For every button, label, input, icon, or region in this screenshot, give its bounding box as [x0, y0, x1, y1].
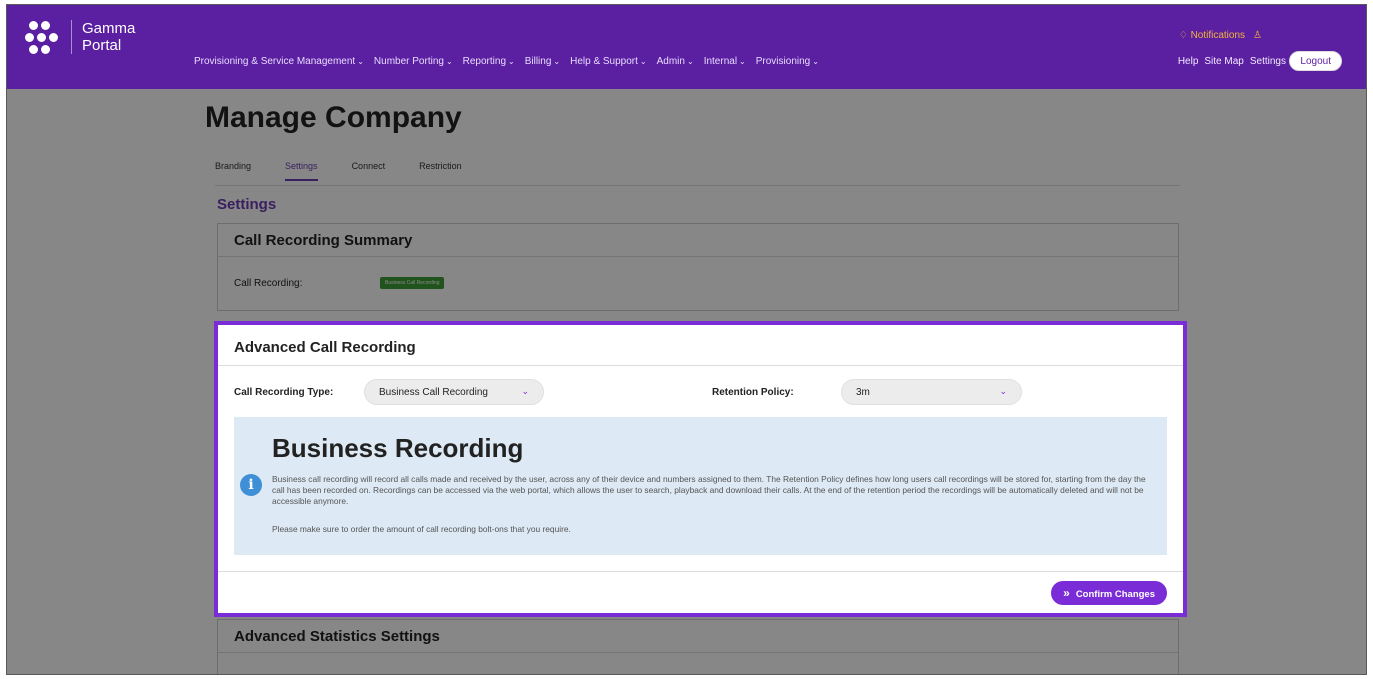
main-menu: Provisioning & Service Management ⌄ Numbe…: [194, 56, 819, 67]
logo-line-2: Portal: [82, 37, 122, 54]
confirm-changes-button[interactable]: » Confirm Changes: [1051, 581, 1167, 605]
menu-provisioning[interactable]: Provisioning ⌄: [756, 56, 819, 67]
menu-label: Reporting: [462, 56, 506, 67]
panel-title: Advanced Call Recording: [218, 325, 1183, 366]
chevron-down-icon: ⌄: [508, 57, 515, 66]
menu-label: Help & Support: [570, 56, 638, 67]
chevron-down-icon: ⌄: [357, 57, 364, 66]
call-recording-type-label: Call Recording Type:: [234, 387, 334, 398]
menu-admin[interactable]: Admin ⌄: [657, 56, 694, 67]
top-navigation-bar: Gamma Portal Provisioning & Service Mana…: [7, 5, 1366, 89]
chevron-down-icon: ⌄: [639, 57, 647, 66]
menu-number-porting[interactable]: Number Porting ⌄: [374, 56, 453, 67]
logo-divider: [71, 20, 72, 54]
notifications-label: Notifications: [1190, 30, 1246, 41]
chevron-down-icon: ⌄: [999, 386, 1007, 396]
button-label: Confirm Changes: [1075, 589, 1155, 600]
info-icon: i: [240, 474, 262, 496]
settings-link[interactable]: Settings: [1250, 56, 1286, 67]
menu-label: Internal: [703, 56, 738, 67]
chevron-down-icon: ⌄: [553, 57, 561, 66]
call-recording-type-select[interactable]: Business Call Recording ⌄: [364, 379, 544, 405]
menu-billing[interactable]: Billing ⌄: [525, 56, 560, 67]
menu-reporting[interactable]: Reporting ⌄: [463, 56, 515, 67]
chevron-down-icon: ⌄: [739, 57, 746, 66]
menu-label: Billing: [524, 56, 552, 67]
info-note: Please make sure to order the amount of …: [272, 524, 571, 534]
logo-wordmark: Gamma Portal: [82, 20, 135, 54]
logo-line-1: Gamma: [82, 20, 136, 37]
notifications-area: ♢ Notifications ♙: [1179, 30, 1262, 41]
select-value: 3m: [856, 387, 870, 398]
info-description: Business call recording will record all …: [272, 474, 1146, 506]
retention-policy-select[interactable]: 3m ⌄: [841, 379, 1022, 405]
menu-internal[interactable]: Internal ⌄: [704, 56, 746, 67]
menu-help-support[interactable]: Help & Support ⌄: [570, 56, 647, 67]
select-value: Business Call Recording: [379, 387, 488, 398]
menu-label: Number Porting: [373, 56, 444, 67]
menu-label: Provisioning & Service Management: [194, 56, 356, 67]
gamma-portal-logo[interactable]: Gamma Portal: [25, 19, 135, 55]
utility-links: Help Site Map Settings: [1178, 56, 1286, 67]
menu-label: Admin: [656, 56, 685, 67]
menu-provisioning-service-management[interactable]: Provisioning & Service Management ⌄: [194, 56, 364, 67]
panel-footer: » Confirm Changes: [218, 571, 1183, 613]
info-title: Business Recording: [272, 433, 524, 463]
help-link[interactable]: Help: [1178, 56, 1199, 67]
chevron-down-icon: ⌄: [812, 57, 819, 66]
menu-label: Provisioning: [755, 56, 811, 67]
settings-row: Call Recording Type: Business Call Recor…: [234, 379, 1164, 405]
double-chevron-right-icon: »: [1063, 586, 1070, 600]
info-box: Business Recording i Business call recor…: [234, 417, 1167, 555]
bell-icon: ♢: [1178, 30, 1188, 41]
notifications-link[interactable]: ♢ Notifications: [1179, 30, 1245, 41]
advanced-call-recording-panel: Advanced Call Recording Call Recording T…: [214, 321, 1187, 617]
logo-mark-icon: [25, 19, 61, 55]
retention-policy-label: Retention Policy:: [712, 387, 794, 398]
app-window: Gamma Portal Provisioning & Service Mana…: [6, 4, 1367, 675]
chevron-down-icon: ⌄: [521, 386, 529, 396]
user-icon[interactable]: ♙: [1253, 30, 1262, 41]
chevron-down-icon: ⌄: [445, 57, 453, 66]
logout-button[interactable]: Logout: [1289, 51, 1342, 71]
site-map-link[interactable]: Site Map: [1204, 56, 1243, 67]
chevron-down-icon: ⌄: [686, 57, 694, 66]
